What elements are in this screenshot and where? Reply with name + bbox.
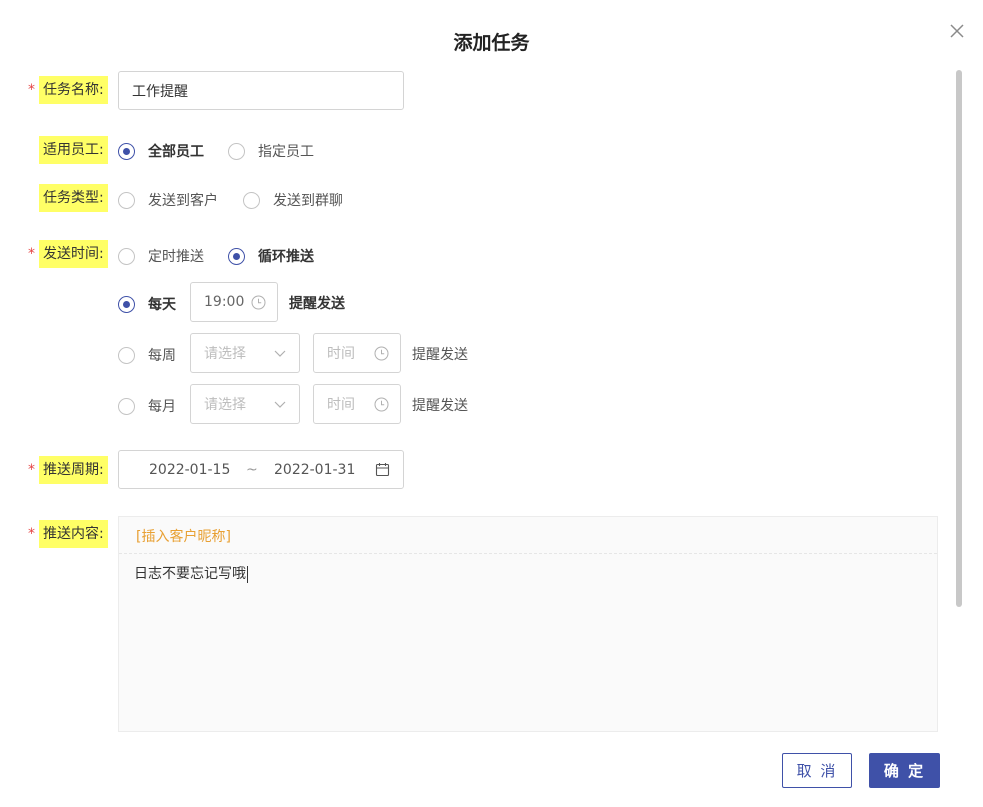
close-icon[interactable]: [946, 20, 968, 42]
radio-dot: [118, 142, 135, 160]
daily-time-value: 19:00: [204, 294, 245, 310]
content-editor[interactable]: [插入客户昵称] 日志不要忘记写哦: [118, 516, 938, 732]
monthly-suffix: 提醒发送: [412, 398, 468, 414]
content-toolbar: [插入客户昵称]: [119, 517, 937, 554]
period-date-range[interactable]: 2022-01-15 ~ 2022-01-31: [118, 450, 404, 489]
required-mark: *: [28, 246, 35, 262]
radio-dot: [243, 191, 260, 209]
period-separator: ~: [246, 461, 258, 478]
radio-scheduled-push[interactable]: 定时推送: [118, 246, 204, 266]
task-name-input[interactable]: 工作提醒: [118, 71, 404, 110]
weekly-suffix: 提醒发送: [412, 347, 468, 363]
dialog-title: 添加任务: [453, 32, 530, 54]
radio-dot: [228, 142, 245, 160]
required-mark: *: [28, 82, 35, 98]
radio-dot: [118, 295, 135, 313]
chevron-down-icon: [274, 401, 286, 408]
radio-dot: [228, 247, 245, 265]
required-mark: *: [28, 526, 35, 542]
staff-label: * 适用员工:: [27, 136, 108, 164]
radio-weekly[interactable]: 每周: [118, 345, 176, 365]
calendar-icon: [375, 463, 390, 477]
radio-dot: [118, 397, 135, 415]
weekly-day-select[interactable]: 请选择: [190, 333, 300, 373]
monthly-day-select[interactable]: 请选择: [190, 384, 300, 424]
insert-nickname-link[interactable]: [插入客户昵称]: [136, 526, 231, 546]
clock-icon: [374, 346, 389, 361]
content-label: * 推送内容:: [27, 520, 108, 548]
radio-monthly[interactable]: 每月: [118, 396, 176, 416]
task-name-value: 工作提醒: [132, 83, 188, 100]
scrollbar[interactable]: [956, 70, 962, 607]
period-start: 2022-01-15: [149, 461, 231, 478]
daily-time-picker[interactable]: 19:00: [190, 282, 278, 322]
radio-dot: [118, 191, 135, 209]
monthly-select-placeholder: 请选择: [204, 397, 246, 413]
weekly-time-placeholder: 时间: [327, 346, 355, 362]
radio-all-staff[interactable]: 全部员工: [118, 141, 204, 161]
monthly-time-placeholder: 时间: [327, 397, 355, 413]
period-label: * 推送周期:: [27, 456, 108, 484]
radio-specified-staff[interactable]: 指定员工: [228, 141, 314, 161]
cancel-button[interactable]: 取 消: [782, 753, 852, 788]
clock-icon: [251, 295, 266, 310]
radio-dot: [118, 346, 135, 364]
monthly-time-picker[interactable]: 时间: [313, 384, 401, 424]
daily-suffix: 提醒发送: [289, 296, 345, 312]
radio-send-customer[interactable]: 发送到客户: [118, 190, 218, 210]
confirm-button[interactable]: 确 定: [869, 753, 940, 788]
content-text-value: 日志不要忘记写哦: [134, 566, 246, 582]
radio-daily[interactable]: 每天: [118, 294, 176, 314]
weekly-select-placeholder: 请选择: [204, 346, 246, 362]
radio-dot: [118, 247, 135, 265]
radio-send-group[interactable]: 发送到群聊: [243, 190, 343, 210]
text-caret: [247, 565, 248, 583]
send-time-label: * 发送时间:: [27, 240, 108, 268]
task-name-label: * 任务名称:: [27, 76, 108, 104]
chevron-down-icon: [274, 350, 286, 357]
task-type-label: * 任务类型:: [27, 184, 108, 212]
required-mark: *: [28, 462, 35, 478]
clock-icon: [374, 397, 389, 412]
content-textarea[interactable]: 日志不要忘记写哦: [134, 563, 248, 583]
radio-cyclic-push[interactable]: 循环推送: [228, 246, 314, 266]
period-end: 2022-01-31: [274, 461, 356, 478]
weekly-time-picker[interactable]: 时间: [313, 333, 401, 373]
